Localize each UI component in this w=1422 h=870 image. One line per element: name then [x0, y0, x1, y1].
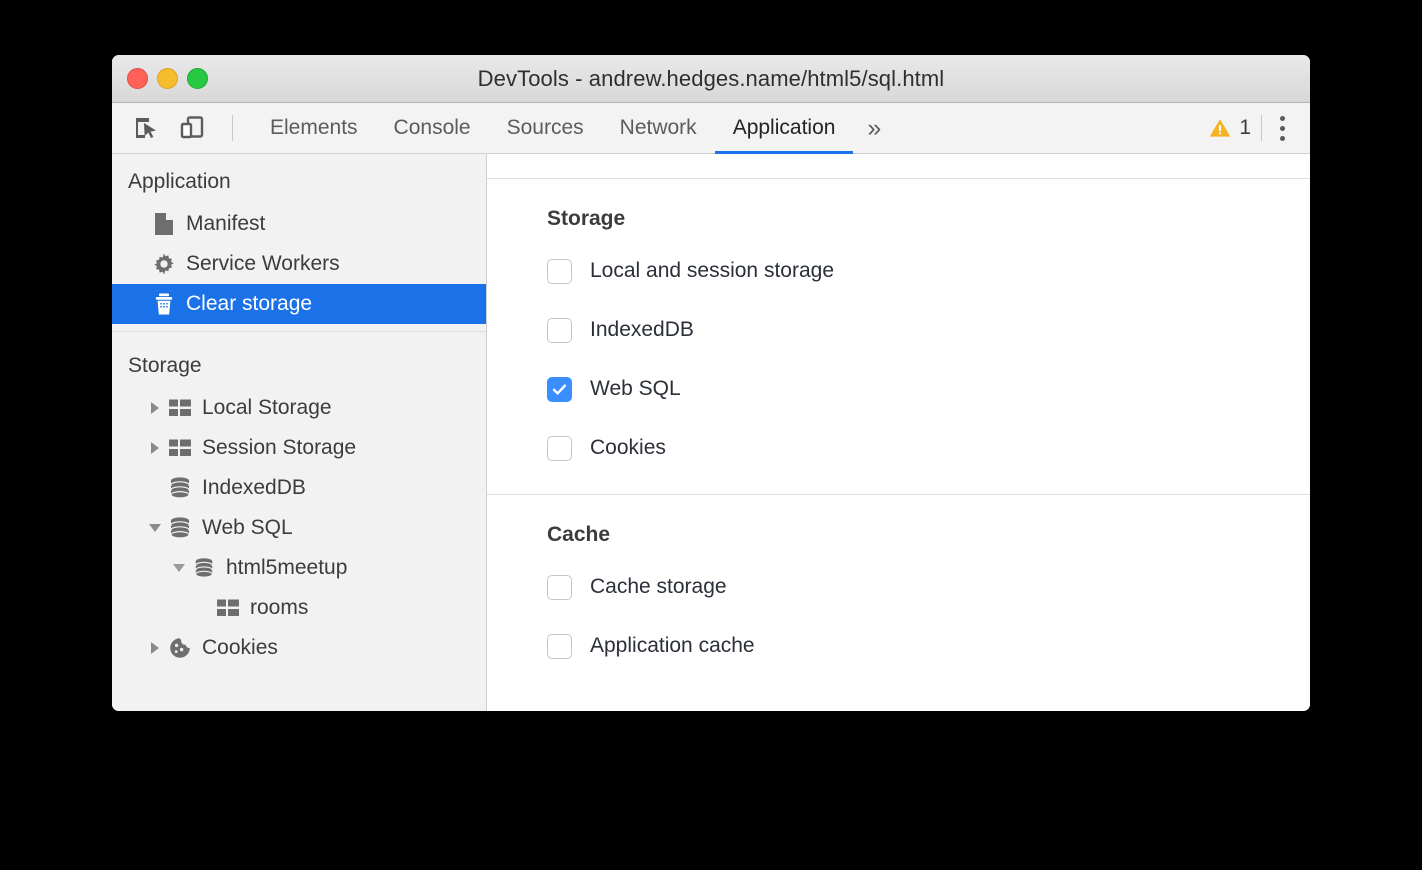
checkbox-label: Application cache	[590, 634, 755, 658]
checkbox-row-local-and-session-storage[interactable]: Local and session storage	[547, 251, 1310, 291]
panel-tabs: Elements Console Sources Network Applica…	[252, 103, 895, 153]
sidebar-item-label: Service Workers	[186, 252, 340, 276]
devtools-body: Application Manifest Service	[112, 154, 1310, 711]
tabstrip-right-controls: 1	[1208, 103, 1310, 153]
chevron-down-icon[interactable]	[168, 562, 190, 574]
sidebar-item-web-sql[interactable]: Web SQL	[112, 508, 486, 548]
checkbox-label: Local and session storage	[590, 259, 834, 283]
tabstrip-divider	[1261, 115, 1262, 141]
checkbox-label: Cache storage	[590, 575, 727, 599]
checkbox-indexeddb[interactable]	[547, 318, 572, 343]
device-toolbar-icon[interactable]	[176, 112, 208, 144]
window-title: DevTools - andrew.hedges.name/html5/sql.…	[478, 66, 945, 92]
more-vertical-icon[interactable]	[1272, 112, 1293, 145]
database-icon	[166, 476, 194, 500]
cookie-icon	[166, 636, 194, 660]
warning-triangle-icon	[1208, 116, 1232, 140]
sidebar-section-storage-header: Storage	[112, 338, 486, 388]
checkbox-cookies[interactable]	[547, 436, 572, 461]
chevron-right-icon[interactable]	[144, 641, 166, 655]
checkbox-cache-storage[interactable]	[547, 575, 572, 600]
cache-section-title: Cache	[547, 523, 1310, 547]
cache-section: Cache Cache storage Application cache	[487, 494, 1310, 692]
sidebar-item-session-storage[interactable]: Session Storage	[112, 428, 486, 468]
checkbox-row-application-cache[interactable]: Application cache	[547, 626, 1310, 666]
more-tabs-icon[interactable]: »	[853, 103, 895, 153]
chevron-right-icon[interactable]	[144, 441, 166, 455]
sidebar-item-label: IndexedDB	[202, 476, 306, 500]
toolbar-divider	[232, 115, 233, 141]
panel-toolbar	[487, 154, 1310, 179]
inspect-element-icon[interactable]	[130, 112, 162, 144]
database-icon	[190, 557, 218, 579]
checkbox-web-sql[interactable]	[547, 377, 572, 402]
checkbox-label: Cookies	[590, 436, 666, 460]
sidebar-item-label: Session Storage	[202, 436, 356, 460]
storage-section: Storage Local and session storage Indexe…	[487, 179, 1310, 494]
tab-elements[interactable]: Elements	[252, 103, 376, 153]
toolbar-icons	[112, 103, 243, 153]
sidebar-section-application-header: Application	[112, 154, 486, 204]
minimize-window-button[interactable]	[157, 68, 178, 89]
checkbox-row-indexeddb[interactable]: IndexedDB	[547, 310, 1310, 350]
checkbox-local-and-session-storage[interactable]	[547, 259, 572, 284]
clear-storage-panel: Storage Local and session storage Indexe…	[487, 154, 1310, 711]
checkbox-row-cache-storage[interactable]: Cache storage	[547, 567, 1310, 607]
chevron-right-icon[interactable]	[144, 401, 166, 415]
sidebar-item-service-workers[interactable]: Service Workers	[112, 244, 486, 284]
table-icon	[166, 398, 194, 418]
tab-console[interactable]: Console	[376, 103, 489, 153]
sidebar-item-cookies[interactable]: Cookies	[112, 628, 486, 668]
sidebar-item-label: Web SQL	[202, 516, 293, 540]
sidebar-item-label: Manifest	[186, 212, 265, 236]
table-icon	[166, 438, 194, 458]
sidebar-item-rooms[interactable]: rooms	[112, 588, 486, 628]
warning-indicator[interactable]: 1	[1208, 116, 1251, 140]
checkbox-application-cache[interactable]	[547, 634, 572, 659]
document-icon	[150, 212, 178, 236]
traffic-light-buttons	[127, 55, 208, 102]
checkbox-row-cookies[interactable]: Cookies	[547, 428, 1310, 468]
trash-icon	[150, 292, 178, 316]
storage-section-title: Storage	[547, 207, 1310, 231]
close-window-button[interactable]	[127, 68, 148, 89]
tab-sources[interactable]: Sources	[489, 103, 602, 153]
database-icon	[166, 516, 194, 540]
warning-count: 1	[1239, 116, 1251, 140]
sidebar-item-label: Clear storage	[186, 292, 312, 316]
window-titlebar: DevTools - andrew.hedges.name/html5/sql.…	[112, 55, 1310, 103]
sidebar-divider	[112, 331, 486, 332]
sidebar-item-html5meetup[interactable]: html5meetup	[112, 548, 486, 588]
devtools-window: DevTools - andrew.hedges.name/html5/sql.…	[112, 55, 1310, 711]
chevron-down-icon[interactable]	[144, 522, 166, 534]
sidebar-item-manifest[interactable]: Manifest	[112, 204, 486, 244]
sidebar-item-label: rooms	[250, 596, 308, 620]
gear-icon	[150, 252, 178, 276]
sidebar-item-label: Local Storage	[202, 396, 332, 420]
tab-application[interactable]: Application	[715, 103, 854, 153]
table-icon	[214, 598, 242, 618]
sidebar-item-label: html5meetup	[226, 556, 347, 580]
tab-network[interactable]: Network	[602, 103, 715, 153]
checkbox-label: Web SQL	[590, 377, 681, 401]
sidebar-item-indexeddb[interactable]: IndexedDB	[112, 468, 486, 508]
sidebar-item-local-storage[interactable]: Local Storage	[112, 388, 486, 428]
application-sidebar: Application Manifest Service	[112, 154, 487, 711]
maximize-window-button[interactable]	[187, 68, 208, 89]
checkbox-row-web-sql[interactable]: Web SQL	[547, 369, 1310, 409]
sidebar-item-clear-storage[interactable]: Clear storage	[112, 284, 486, 324]
checkbox-label: IndexedDB	[590, 318, 694, 342]
devtools-tabstrip: Elements Console Sources Network Applica…	[112, 103, 1310, 154]
sidebar-item-label: Cookies	[202, 636, 278, 660]
